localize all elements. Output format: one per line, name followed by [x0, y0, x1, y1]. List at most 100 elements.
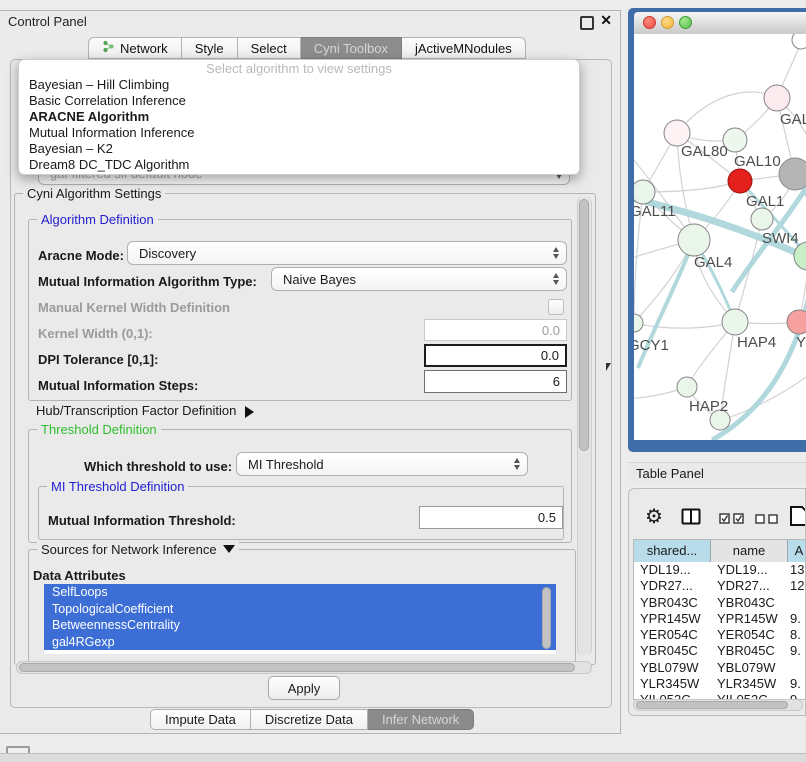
node-label-gal80: GAL80: [681, 143, 728, 160]
table-row[interactable]: YLR345WYLR345W9.: [634, 676, 806, 692]
table-row[interactable]: YBL079WYBL079W: [634, 660, 806, 676]
algorithm-option-dream8-dc-tdc-algorithm[interactable]: Dream8 DC_TDC Algorithm: [19, 157, 579, 173]
network-node-gal11[interactable]: [634, 180, 655, 204]
column-header-shared[interactable]: shared...: [634, 540, 711, 562]
settings-horizontal-scrollbar-thumb[interactable]: [19, 663, 575, 672]
table-cell: 9.: [788, 676, 806, 692]
table-horizontal-scrollbar-thumb[interactable]: [636, 701, 788, 709]
network-canvas[interactable]: GALGAL80GAL10GAL1GAL11SWI4GAL4GCY1HAP4YH…: [634, 34, 806, 440]
network-view-window: GALGAL80GAL10GAL1GAL11SWI4GAL4GCY1HAP4YH…: [628, 8, 806, 452]
apply-button-label: Apply: [288, 681, 321, 696]
table-row[interactable]: YPR145WYPR145W9.: [634, 611, 806, 627]
close-traffic-light[interactable]: [643, 16, 656, 29]
table-cell: 8.: [788, 627, 806, 643]
float-window-icon[interactable]: [580, 16, 594, 30]
which-threshold-select[interactable]: MI Threshold: [236, 452, 528, 476]
mi-algorithm-type-value: Naive Bayes: [272, 272, 356, 287]
attribute-selfloops[interactable]: SelfLoops: [44, 584, 556, 601]
network-node[interactable]: [779, 158, 806, 190]
attribute-topologicalcoefficient[interactable]: TopologicalCoefficient: [44, 601, 556, 618]
tab-jactivemnodules[interactable]: jActiveMNodules: [402, 37, 526, 59]
table-cell: YBL079W: [711, 660, 788, 676]
network-node[interactable]: [792, 34, 806, 49]
table-row[interactable]: YDR27...YDR27...12: [634, 578, 806, 594]
stepper-arrows-icon: [553, 247, 559, 259]
attribute-gal4rgexp[interactable]: gal4RGexp: [44, 634, 556, 651]
network-graph: GALGAL80GAL10GAL1GAL11SWI4GAL4GCY1HAP4YH…: [634, 34, 806, 440]
mi-algorithm-type-select[interactable]: Naive Bayes: [271, 267, 567, 291]
chevron-right-icon: [245, 406, 254, 418]
mi-threshold-definition-title: MI Threshold Definition: [47, 479, 188, 494]
node-label-swi4: SWI4: [762, 230, 799, 247]
algorithm-option-bayesian-k2[interactable]: Bayesian – K2: [19, 141, 579, 157]
table-cell: 9.: [788, 643, 806, 659]
bottom-tab-discretize-data[interactable]: Discretize Data: [251, 709, 368, 730]
hub-definition-toggle[interactable]: Hub/Transcription Factor Definition: [36, 403, 254, 418]
aracne-mode-select[interactable]: Discovery: [127, 241, 567, 265]
data-attributes-list[interactable]: SelfLoopsTopologicalCoefficientBetweenne…: [44, 584, 556, 654]
algorithm-option-mutual-information-inference[interactable]: Mutual Information Inference: [19, 125, 579, 141]
table-cell: [788, 595, 806, 611]
table-cell: YPR145W: [634, 611, 711, 627]
threshold-definition-title: Threshold Definition: [37, 422, 161, 437]
table-row[interactable]: YBR043CYBR043C: [634, 595, 806, 611]
algorithm-option-basic-correlation-inference[interactable]: Basic Correlation Inference: [19, 93, 579, 109]
node-label-gal1: GAL1: [746, 193, 784, 210]
table-row[interactable]: YDL19...YDL19...13: [634, 562, 806, 578]
zoom-traffic-light[interactable]: [679, 16, 692, 29]
table-horizontal-scrollbar[interactable]: [633, 699, 803, 711]
network-node[interactable]: [787, 310, 806, 334]
attribute-betweennesscentrality[interactable]: BetweennessCentrality: [44, 617, 556, 634]
new-table-icon[interactable]: [789, 505, 806, 527]
table-cell: YDR27...: [711, 578, 788, 594]
apply-button[interactable]: Apply: [268, 676, 340, 700]
bottom-tab-impute-data[interactable]: Impute Data: [150, 709, 251, 730]
chevron-down-icon: [223, 545, 235, 553]
network-node-gal4[interactable]: [678, 224, 710, 256]
table-row[interactable]: YBR045CYBR045C9.: [634, 643, 806, 659]
algorithm-option-aracne-algorithm[interactable]: ARACNE Algorithm: [19, 109, 579, 125]
table-cell: YER054C: [634, 627, 711, 643]
bottom-tabbar: Impute DataDiscretize DataInfer Network: [150, 709, 474, 730]
column-header-a[interactable]: A: [788, 540, 806, 562]
table-cell: YPR145W: [711, 611, 788, 627]
mi-steps-field[interactable]: 6: [424, 370, 567, 393]
checked-boxes-icon[interactable]: [719, 513, 745, 524]
table-cell: YBR045C: [711, 643, 788, 659]
tab-network[interactable]: Network: [88, 37, 182, 59]
network-node-swi4[interactable]: [751, 208, 773, 230]
sources-toggle[interactable]: Sources for Network Inference: [37, 542, 239, 557]
network-window-titlebar[interactable]: [634, 12, 806, 35]
network-node-gal1[interactable]: [728, 169, 752, 193]
gear-icon[interactable]: ⚙: [645, 507, 663, 527]
table-cell: [788, 660, 806, 676]
manual-kernel-checkbox[interactable]: [548, 299, 564, 315]
settings-vertical-scrollbar[interactable]: [577, 197, 592, 655]
table-row[interactable]: YER054CYER054C8.: [634, 627, 806, 643]
tab-select[interactable]: Select: [238, 37, 301, 59]
network-node-hap2[interactable]: [677, 377, 697, 397]
tab-style[interactable]: Style: [182, 37, 238, 59]
kernel-width-field[interactable]: 0.0: [424, 319, 567, 341]
bottom-tab-infer-network[interactable]: Infer Network: [368, 709, 474, 730]
tab-cyni-toolbox[interactable]: Cyni Toolbox: [301, 37, 402, 59]
mi-steps-value: 6: [553, 374, 560, 389]
split-columns-icon[interactable]: [681, 508, 701, 525]
minimize-traffic-light[interactable]: [661, 16, 674, 29]
table-row[interactable]: YIL052CYIL052C9: [634, 692, 806, 699]
dpi-tolerance-field[interactable]: 0.0: [424, 344, 567, 367]
network-node-hap4[interactable]: [722, 309, 748, 335]
node-label-y: Y: [796, 334, 806, 351]
column-header-name[interactable]: name: [711, 540, 788, 562]
attributes-list-scrollbar-thumb[interactable]: [542, 587, 551, 649]
settings-vertical-scrollbar-thumb[interactable]: [579, 199, 589, 451]
table-cell: YDL19...: [634, 562, 711, 578]
unchecked-boxes-icon[interactable]: [755, 514, 779, 524]
mutual-info-threshold-field[interactable]: 0.5: [419, 506, 563, 529]
network-node[interactable]: [634, 314, 643, 332]
close-icon[interactable]: ✕: [600, 12, 612, 29]
algorithm-option-bayesian-hill-climbing[interactable]: Bayesian – Hill Climbing: [19, 77, 579, 93]
settings-horizontal-scrollbar[interactable]: [16, 661, 592, 674]
network-node[interactable]: [764, 85, 790, 111]
table-cell: YLR345W: [711, 676, 788, 692]
